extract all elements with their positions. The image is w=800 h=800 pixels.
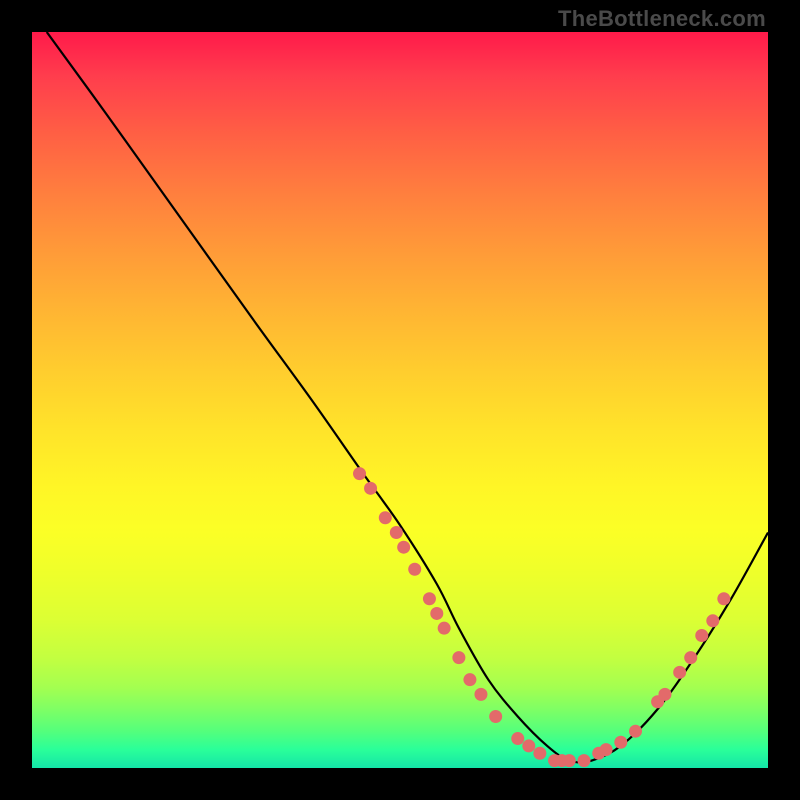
watermark-text: TheBottleneck.com — [558, 6, 766, 32]
bottleneck-curve-line — [47, 32, 768, 762]
data-marker — [463, 673, 476, 686]
data-marker — [489, 710, 502, 723]
data-marker — [397, 541, 410, 554]
data-marker — [379, 511, 392, 524]
data-marker — [600, 743, 613, 756]
data-marker — [629, 725, 642, 738]
data-marker — [408, 563, 421, 576]
data-marker — [658, 688, 671, 701]
data-marker — [474, 688, 487, 701]
data-marker — [522, 739, 535, 752]
data-marker — [511, 732, 524, 745]
data-marker — [452, 651, 465, 664]
data-marker — [423, 592, 436, 605]
data-marker — [614, 736, 627, 749]
chart-svg — [32, 32, 768, 768]
data-marker — [430, 607, 443, 620]
data-marker — [717, 592, 730, 605]
data-marker — [390, 526, 403, 539]
data-marker — [695, 629, 708, 642]
chart-container: TheBottleneck.com — [0, 0, 800, 800]
data-marker — [533, 747, 546, 760]
data-marker — [673, 666, 686, 679]
data-marker — [706, 614, 719, 627]
data-marker — [438, 622, 451, 635]
data-markers — [353, 467, 730, 767]
data-marker — [353, 467, 366, 480]
data-marker — [364, 482, 377, 495]
data-marker — [684, 651, 697, 664]
data-marker — [563, 754, 576, 767]
data-marker — [578, 754, 591, 767]
plot-area — [32, 32, 768, 768]
